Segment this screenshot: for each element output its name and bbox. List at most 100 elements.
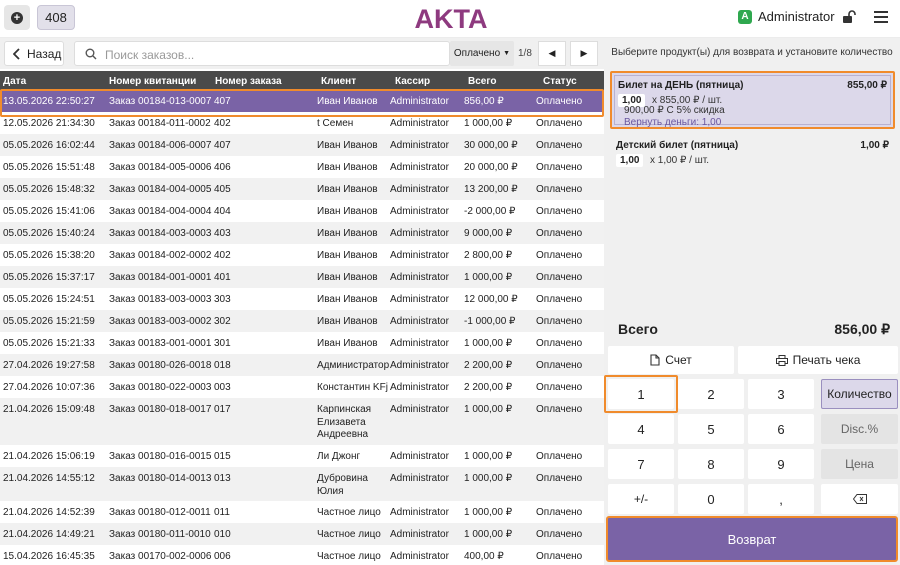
table-row[interactable]: 05.05.2026 15:40:24 Заказ 00184-003-0003 4…	[0, 222, 604, 244]
cell-receipt: Заказ 00170-002-0006	[109, 551, 212, 562]
invoice-button[interactable]: Счет	[608, 346, 734, 374]
table-row[interactable]: 05.05.2026 16:02:44 Заказ 00184-006-0007 4…	[0, 134, 604, 156]
key-5[interactable]: 5	[678, 414, 744, 444]
cell-status: Оплачено	[536, 338, 583, 349]
logo-text: AKTA	[415, 4, 488, 33]
cell-receipt: Заказ 00184-003-0003	[109, 228, 212, 239]
table-row[interactable]: 21.04.2026 14:49:21 Заказ 00180-011-0010 0…	[0, 523, 604, 545]
table-row[interactable]: 05.05.2026 15:51:48 Заказ 00184-005-0006 4…	[0, 156, 604, 178]
cell-order: 404	[214, 206, 231, 217]
col-status[interactable]: Статус	[543, 76, 577, 87]
printer-icon	[775, 354, 788, 366]
key-8[interactable]: 8	[678, 449, 744, 479]
col-date[interactable]: Дата	[3, 76, 26, 87]
table-row[interactable]: 27.04.2026 19:27:58 Заказ 00180-026-0018 0…	[0, 354, 604, 376]
cell-client: Карпинская Елизавета Андреевна	[317, 404, 372, 440]
item-unit-price: x 1,00 ₽ / шт.	[650, 155, 709, 166]
order-number-button[interactable]: 408	[37, 5, 75, 30]
table-row[interactable]: 21.04.2026 15:09:48 Заказ 00180-018-0017 0…	[0, 398, 604, 445]
key-9[interactable]: 9	[748, 449, 814, 479]
discount-mode-button[interactable]: Disc.%	[821, 414, 898, 444]
user-menu[interactable]: A Administrator	[738, 9, 835, 24]
col-receipt[interactable]: Номер квитанции	[109, 76, 196, 87]
col-total[interactable]: Всего	[468, 76, 497, 87]
cell-total: 1 000,00 ₽	[464, 338, 513, 349]
table-row[interactable]: 27.04.2026 10:07:36 Заказ 00180-022-0003 0…	[0, 376, 604, 398]
search-input[interactable]	[103, 45, 437, 64]
hamburger-menu-icon[interactable]	[874, 11, 888, 23]
cell-total: -1 000,00 ₽	[464, 316, 516, 327]
cell-client: Частное лицо	[317, 507, 381, 518]
table-row[interactable]: 05.05.2026 15:38:20 Заказ 00184-002-0002 4…	[0, 244, 604, 266]
key-1[interactable]: 1	[604, 375, 678, 413]
table-row[interactable]: 15.04.2026 16:45:35 Заказ 00170-002-0006 0…	[0, 545, 604, 565]
cell-order: 303	[214, 294, 231, 305]
cell-order: 407	[214, 96, 231, 107]
quantity-mode-button[interactable]: Количество	[821, 379, 898, 409]
table-row[interactable]: 05.05.2026 15:41:06 Заказ 00184-004-0004 4…	[0, 200, 604, 222]
sign-toggle-key[interactable]: +/-	[608, 484, 674, 514]
new-order-button[interactable]: +	[4, 5, 30, 30]
cell-status: Оплачено	[536, 529, 583, 540]
col-client[interactable]: Клиент	[321, 76, 356, 87]
col-cashier[interactable]: Кассир	[395, 76, 430, 87]
table-row[interactable]: 05.05.2026 15:48:32 Заказ 00184-004-0005 4…	[0, 178, 604, 200]
cell-receipt: Заказ 00180-026-0018	[109, 360, 212, 371]
refund-button[interactable]: Возврат	[606, 516, 898, 562]
next-page-button[interactable]: ▶	[570, 41, 598, 66]
cell-receipt: Заказ 00184-013-0007	[109, 96, 212, 107]
refund-item-selected[interactable]: Билет на ДЕНЬ (пятница) 855,00 ₽ 1,00 x …	[610, 71, 895, 129]
table-row[interactable]: 05.05.2026 15:21:59 Заказ 00183-003-0002 3…	[0, 310, 604, 332]
table-row[interactable]: 05.05.2026 15:37:17 Заказ 00184-001-0001 4…	[0, 266, 604, 288]
prev-page-button[interactable]: ◀	[538, 41, 566, 66]
comma-key[interactable]: ,	[748, 484, 814, 514]
print-receipt-button[interactable]: Печать чека	[738, 346, 898, 374]
table-row[interactable]: 21.04.2026 15:06:19 Заказ 00180-016-0015 0…	[0, 445, 604, 467]
cell-client: t Семен	[317, 118, 354, 129]
key-3[interactable]: 3	[748, 379, 814, 409]
table-row-selected[interactable]: 13.05.2026 22:50:27 Заказ 00184-013-0007 4…	[0, 90, 604, 112]
table-row[interactable]: 21.04.2026 14:55:12 Заказ 00180-014-0013 0…	[0, 467, 604, 501]
refund-item[interactable]: Детский билет (пятница) 1,00 ₽ 1,00 x 1,…	[610, 133, 895, 167]
table-header: Дата Номер квитанции Номер заказа Клиент…	[0, 71, 604, 90]
col-order[interactable]: Номер заказа	[215, 76, 282, 87]
cell-status: Оплачено	[536, 294, 583, 305]
cell-date: 05.05.2026 15:48:32	[3, 184, 95, 195]
cell-status: Оплачено	[536, 382, 583, 393]
cell-date: 05.05.2026 15:21:59	[3, 316, 95, 327]
table-row[interactable]: 21.04.2026 14:52:39 Заказ 00180-012-0011 0…	[0, 501, 604, 523]
key-0[interactable]: 0	[678, 484, 744, 514]
cell-receipt: Заказ 00184-005-0006	[109, 162, 212, 173]
table-row[interactable]: 05.05.2026 15:21:33 Заказ 00183-001-0001 3…	[0, 332, 604, 354]
backspace-button[interactable]	[821, 484, 898, 514]
user-name: Administrator	[758, 9, 835, 24]
item-refund-qty: Вернуть деньги: 1,00	[624, 117, 722, 128]
price-mode-button[interactable]: Цена	[821, 449, 898, 479]
key-2[interactable]: 2	[678, 379, 744, 409]
status-filter-dropdown[interactable]: Оплачено ▼	[450, 41, 514, 66]
cell-status: Оплачено	[536, 206, 583, 217]
key-4[interactable]: 4	[608, 414, 674, 444]
cell-status: Оплачено	[536, 184, 583, 195]
cell-total: 2 200,00 ₽	[464, 360, 513, 371]
cell-order: 013	[214, 473, 231, 484]
orders-table: Дата Номер квитанции Номер заказа Клиент…	[0, 71, 604, 565]
cell-order: 010	[214, 529, 231, 540]
table-row[interactable]: 12.05.2026 21:34:30 Заказ 00184-011-0002 4…	[0, 112, 604, 134]
key-6[interactable]: 6	[748, 414, 814, 444]
back-button[interactable]: Назад	[4, 41, 64, 66]
unlock-icon[interactable]	[842, 10, 856, 24]
cell-client: Частное лицо	[317, 551, 381, 562]
refund-instruction: Выберите продукт(ы) для возврата и устан…	[611, 46, 893, 58]
key-7[interactable]: 7	[608, 449, 674, 479]
cell-date: 05.05.2026 15:38:20	[3, 250, 95, 261]
cell-receipt: Заказ 00180-011-0010	[109, 529, 211, 540]
cell-order: 402	[214, 118, 231, 129]
table-row[interactable]: 05.05.2026 15:24:51 Заказ 00183-003-0003 3…	[0, 288, 604, 310]
item-qty: 1,00	[616, 154, 644, 167]
cell-client: Частное лицо	[317, 529, 381, 540]
cell-cashier: Administrator	[390, 404, 449, 415]
cell-total: -2 000,00 ₽	[464, 206, 516, 217]
document-icon	[650, 354, 660, 366]
cell-client: Иван Иванов	[317, 140, 378, 151]
